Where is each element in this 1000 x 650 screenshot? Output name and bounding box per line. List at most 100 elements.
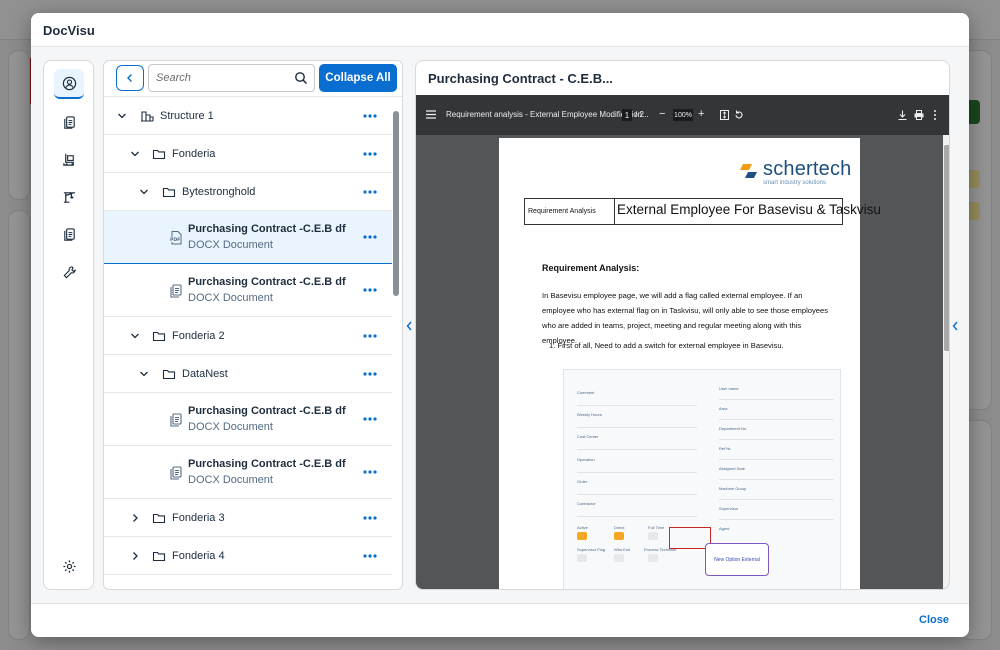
tree-row-label: Purchasing Contract -C.E.B df: [188, 458, 346, 470]
pdf-scrollbar[interactable]: [943, 135, 949, 589]
more-options-icon[interactable]: [362, 370, 378, 378]
form-field-label: Cost Center: [577, 434, 599, 439]
tree-row-document-selected[interactable]: PDF Purchasing Contract -C.E.B df DOCX D…: [104, 211, 392, 264]
more-vertical-icon[interactable]: [933, 109, 937, 121]
more-options-icon[interactable]: [362, 188, 378, 196]
splitter-collapse-icon[interactable]: [405, 318, 413, 334]
rail-machine-button[interactable]: [54, 144, 84, 174]
collapse-all-button[interactable]: Collapse All: [319, 64, 397, 92]
more-options-icon[interactable]: [362, 514, 378, 522]
form-field-line: [719, 439, 834, 440]
chevron-right-icon[interactable]: [129, 512, 141, 524]
chevron-down-icon[interactable]: [138, 186, 150, 198]
form-field-label: Direct: [614, 525, 625, 530]
form-field-line: [577, 427, 697, 428]
tree-row-folder[interactable]: Fonderia: [104, 135, 392, 173]
dialog-footer: Close: [31, 603, 969, 637]
search-input[interactable]: [156, 72, 286, 84]
pdf-viewer: Requirement analysis - External Employee…: [416, 95, 949, 589]
tree-row-folder[interactable]: Fonderia 4: [104, 537, 392, 575]
tree-row-folder[interactable]: Fonderia 2: [104, 317, 392, 355]
side-rail: [43, 60, 94, 590]
form-field-label: Assigned Note: [719, 466, 746, 471]
form-toggle-off: [648, 554, 658, 562]
form-field-label: Department No.: [719, 426, 748, 431]
rail-tools-button[interactable]: [54, 257, 84, 287]
close-button[interactable]: Close: [919, 614, 949, 626]
form-field-label: Area: [719, 406, 728, 411]
pdf-toolbar: Requirement analysis - External Employee…: [416, 95, 949, 135]
form-toggle-on: [577, 532, 587, 540]
tree-row-document[interactable]: Purchasing Contract -C.E.B df DOCX Docum…: [104, 446, 392, 499]
tree-row-document[interactable]: Purchasing Contract -C.E.B df DOCX Docum…: [104, 264, 392, 317]
embedded-form-screenshot: Comment Weekly Hours Cost Center Operati…: [563, 369, 841, 589]
documents-icon: [63, 115, 75, 129]
rail-documents-2-button[interactable]: [54, 219, 84, 249]
tree-row-label: Fonderia 2: [172, 330, 225, 342]
form-field-line: [577, 405, 697, 406]
requirement-header-table: Requirement Analysis External Employee F…: [524, 198, 881, 225]
pdf-zoom-input[interactable]: 100%: [673, 109, 693, 121]
schertech-logo-icon: [740, 164, 757, 178]
zoom-out-icon[interactable]: −: [659, 108, 665, 120]
print-icon[interactable]: [914, 110, 924, 120]
more-options-icon[interactable]: [362, 552, 378, 560]
form-field-label: Order: [577, 479, 588, 484]
more-options-icon[interactable]: [362, 233, 378, 241]
splitter-collapse-icon[interactable]: [951, 318, 959, 334]
document-icon: [170, 413, 182, 427]
tree-row-folder[interactable]: DataNest: [104, 355, 392, 393]
svg-text:PDF: PDF: [170, 237, 180, 243]
tree-list: Structure 1 Fonderia Bytestronghold PDF …: [104, 97, 392, 589]
form-field-label: Weekly Hours: [577, 412, 602, 417]
tree-row-document[interactable]: Purchasing Contract -C.E.B df DOCX Docum…: [104, 393, 392, 446]
more-options-icon[interactable]: [362, 112, 378, 120]
chevron-down-icon[interactable]: [116, 110, 128, 122]
fit-page-icon[interactable]: [720, 110, 729, 120]
rotate-icon[interactable]: [734, 110, 744, 120]
folder-icon: [152, 551, 166, 562]
form-field-label: Ref Nr.: [719, 446, 732, 451]
chevron-right-icon[interactable]: [129, 550, 141, 562]
back-button[interactable]: [116, 65, 144, 91]
rail-documents-button[interactable]: [54, 107, 84, 137]
rail-settings-button[interactable]: [54, 551, 84, 581]
more-options-icon[interactable]: [362, 468, 378, 476]
form-field-line: [577, 472, 697, 473]
tree-row-label: Fonderia 4: [172, 550, 225, 562]
zoom-in-icon[interactable]: +: [698, 108, 704, 120]
chevron-down-icon[interactable]: [129, 330, 141, 342]
more-options-icon[interactable]: [362, 150, 378, 158]
form-field-line: [719, 519, 834, 520]
form-field-label: Supervisor Flag: [577, 547, 606, 552]
document-icon: [170, 284, 182, 298]
tree-scrollbar[interactable]: [393, 111, 399, 296]
rail-crane-button[interactable]: [54, 182, 84, 212]
more-options-icon[interactable]: [362, 332, 378, 340]
chevron-left-icon: [127, 74, 132, 82]
gear-icon: [62, 559, 76, 573]
form-field-line: [719, 499, 834, 500]
chevron-down-icon[interactable]: [129, 148, 141, 160]
more-options-icon[interactable]: [362, 415, 378, 423]
tree-row-structure[interactable]: Structure 1: [104, 97, 392, 135]
rail-user-button[interactable]: [54, 69, 84, 99]
document-preview-panel: Purchasing Contract - C.E.B... Requireme…: [415, 60, 950, 590]
more-options-icon[interactable]: [362, 286, 378, 294]
pdf-page-input[interactable]: 1: [622, 109, 632, 121]
tree-row-folder[interactable]: Fonderia 3: [104, 499, 392, 537]
pdf-file-icon: PDF: [169, 231, 182, 245]
company-logo-text: schertech: [763, 158, 852, 180]
tree-row-label: Fonderia 3: [172, 512, 225, 524]
download-icon[interactable]: [898, 110, 907, 120]
form-field-label: Comment: [577, 390, 595, 395]
document-paragraph: In Basevisu employee page, we will add a…: [542, 291, 829, 345]
menu-icon[interactable]: [426, 110, 436, 119]
chevron-down-icon[interactable]: [138, 368, 150, 380]
tree-row-folder[interactable]: Bytestronghold: [104, 173, 392, 211]
pdf-scrollbar-thumb[interactable]: [944, 145, 949, 351]
docvisu-dialog: DocVisu Search Collapse All Structure 1 …: [31, 13, 969, 637]
form-field-label: Agent: [719, 526, 730, 531]
company-logo-subtitle: smart industry solutions: [763, 180, 827, 186]
search-icon[interactable]: [294, 71, 308, 85]
